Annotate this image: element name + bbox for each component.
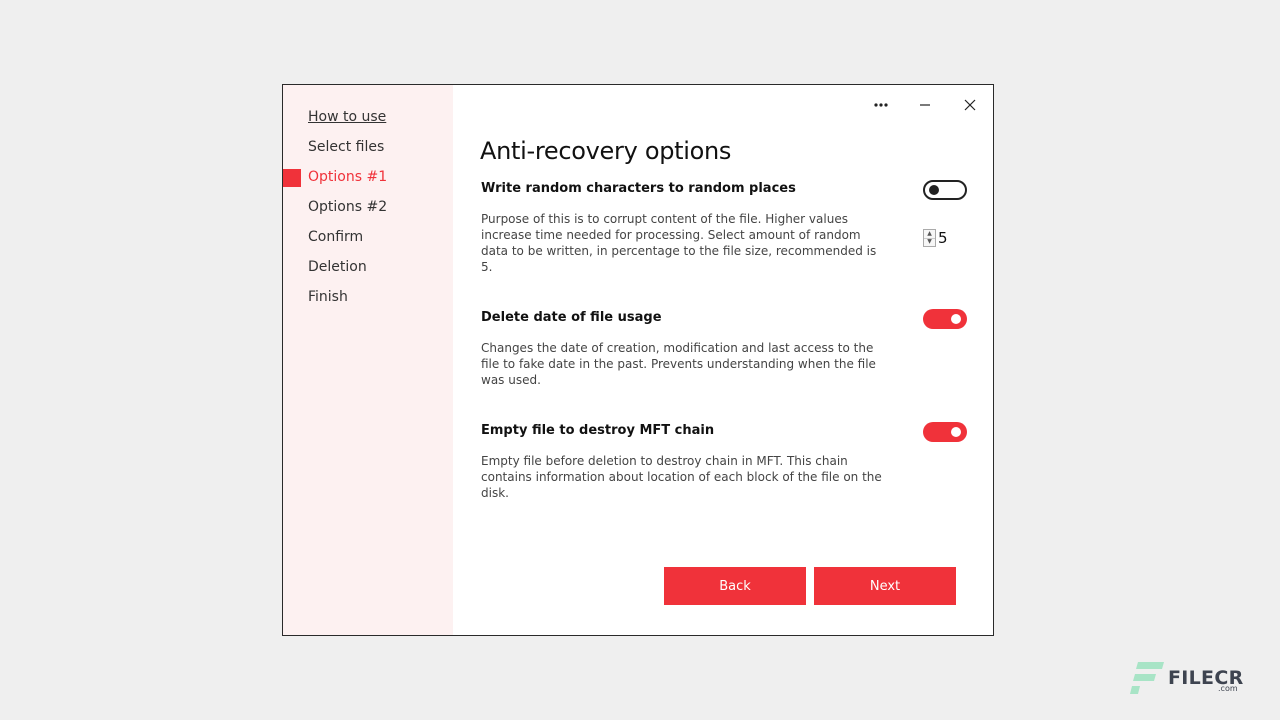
app-window: How to use Select files Options #1 Optio…: [282, 84, 994, 636]
stepper-value[interactable]: 5: [938, 229, 948, 247]
minimize-button[interactable]: [912, 93, 938, 117]
option-desc-random-chars: Purpose of this is to corrupt content of…: [481, 212, 877, 274]
minimize-icon: [920, 104, 930, 106]
option-title-random-chars: Write random characters to random places: [481, 181, 796, 196]
toggle-knob: [929, 185, 939, 195]
sidebar-item-confirm[interactable]: Confirm: [308, 227, 363, 247]
sidebar-item-options-2[interactable]: Options #2: [308, 197, 387, 217]
toggle-random-chars[interactable]: [923, 180, 967, 200]
close-icon: [964, 99, 976, 111]
filecr-watermark: FILECR .com: [1130, 660, 1244, 696]
active-step-marker: [283, 169, 301, 187]
random-percentage-stepper[interactable]: ▲ ▼ 5: [923, 229, 948, 247]
sidebar-item-select-files[interactable]: Select files: [308, 137, 384, 157]
option-title-delete-date: Delete date of file usage: [481, 310, 662, 325]
sidebar-item-how-to-use[interactable]: How to use: [308, 107, 386, 127]
toggle-knob: [951, 427, 961, 437]
ellipsis-icon: [874, 103, 888, 107]
toggle-empty-file[interactable]: [923, 422, 967, 442]
sidebar-item-finish[interactable]: Finish: [308, 287, 348, 307]
option-title-empty-file: Empty file to destroy MFT chain: [481, 423, 715, 438]
filecr-logo-icon: [1130, 662, 1164, 694]
sidebar-item-options-1[interactable]: Options #1: [308, 167, 387, 187]
toggle-knob: [951, 314, 961, 324]
page-title: Anti-recovery options: [480, 137, 732, 165]
next-button[interactable]: Next: [814, 567, 956, 605]
more-options-button[interactable]: [868, 93, 894, 117]
option-desc-empty-file: Empty file before deletion to destroy ch…: [481, 454, 882, 500]
toggle-delete-date[interactable]: [923, 309, 967, 329]
close-button[interactable]: [957, 93, 983, 117]
spin-up-icon[interactable]: ▲: [924, 230, 935, 238]
option-desc-delete-date: Changes the date of creation, modificati…: [481, 341, 876, 387]
watermark-sub: .com: [1218, 684, 1238, 693]
spin-buttons[interactable]: ▲ ▼: [923, 229, 936, 247]
sidebar: How to use Select files Options #1 Optio…: [283, 85, 453, 635]
spin-down-icon[interactable]: ▼: [924, 237, 935, 247]
back-button[interactable]: Back: [664, 567, 806, 605]
sidebar-item-deletion[interactable]: Deletion: [308, 257, 367, 277]
